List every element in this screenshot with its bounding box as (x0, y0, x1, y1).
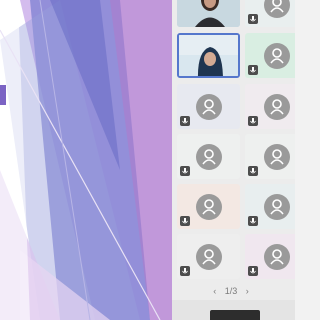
participant-tile[interactable] (245, 0, 295, 27)
mic-muted-icon (180, 116, 190, 126)
participant-tile[interactable] (177, 84, 240, 129)
participant-tile[interactable] (177, 0, 240, 27)
person-icon (201, 98, 216, 115)
chevron-right-icon[interactable]: › (243, 286, 252, 296)
avatar (195, 243, 222, 270)
chevron-left-icon[interactable]: ‹ (210, 286, 219, 296)
mic-muted-icon (180, 216, 190, 226)
slide-background-graphic (0, 0, 172, 320)
participant-tile[interactable] (245, 184, 295, 229)
person-icon (269, 47, 284, 64)
person-icon (269, 0, 284, 13)
page-indicator: 1/3 (224, 286, 238, 296)
mic-muted-icon (180, 166, 190, 176)
person-icon (201, 248, 216, 265)
participant-video (179, 35, 238, 76)
mic-muted-icon (180, 266, 190, 276)
mic-muted-icon (248, 266, 258, 276)
person-icon (269, 198, 284, 215)
bottom-strip (172, 300, 295, 320)
mic-muted-icon (248, 166, 258, 176)
person-icon (269, 248, 284, 265)
avatar (263, 193, 290, 220)
participant-gallery: ‹ 1/3 › (172, 0, 295, 320)
avatar (263, 0, 290, 18)
avatar (263, 243, 290, 270)
mic-muted-icon (248, 216, 258, 226)
participant-tile[interactable] (245, 134, 295, 179)
mic-muted-icon (248, 116, 258, 126)
partial-thumbnail (210, 310, 260, 320)
person-icon (201, 198, 216, 215)
mic-muted-icon (248, 65, 258, 75)
gallery-pagination: ‹ 1/3 › (172, 286, 290, 296)
person-icon (201, 148, 216, 165)
participant-tile[interactable] (245, 234, 295, 279)
participant-video (177, 0, 240, 27)
participant-tile[interactable] (177, 184, 240, 229)
person-icon (269, 98, 284, 115)
avatar (195, 193, 222, 220)
avatar (263, 93, 290, 120)
participant-tile[interactable] (245, 33, 295, 78)
participant-tile[interactable] (245, 84, 295, 129)
participant-tile[interactable] (177, 134, 240, 179)
avatar (195, 143, 222, 170)
participant-tile[interactable] (177, 234, 240, 279)
shared-slide (0, 0, 172, 320)
mic-muted-icon (248, 14, 258, 24)
avatar (263, 143, 290, 170)
participant-tile-selected[interactable] (177, 33, 240, 78)
avatar (195, 93, 222, 120)
person-icon (269, 148, 284, 165)
avatar (263, 42, 290, 69)
